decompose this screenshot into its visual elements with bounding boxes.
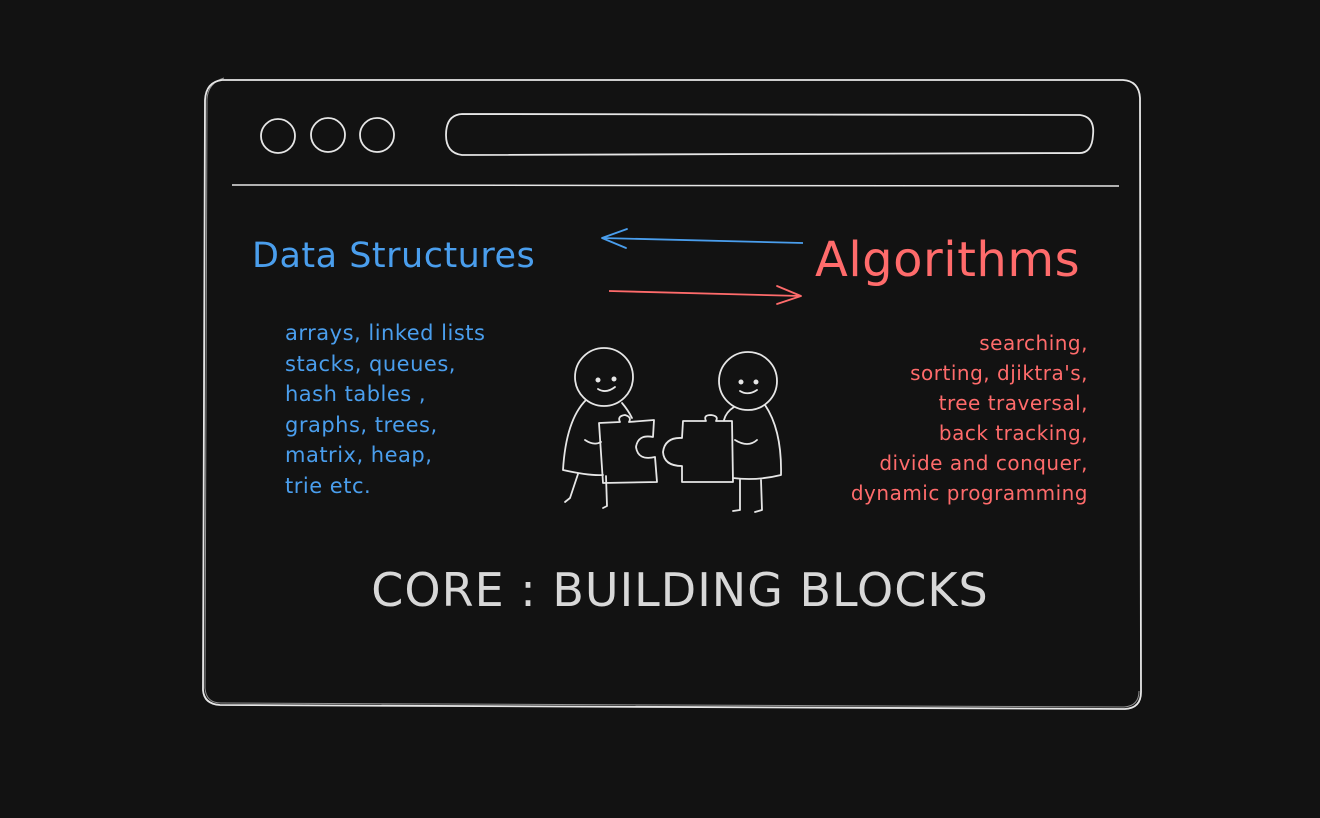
data-structures-title: Data Structures: [252, 236, 536, 276]
list-item: trie etc.: [285, 473, 372, 498]
list-item: stacks, queues,: [285, 351, 456, 376]
window-button-3-icon[interactable]: [359, 117, 395, 153]
arrow-to-algorithms-icon: [608, 285, 802, 305]
browser-window-sketch: [202, 77, 1142, 710]
list-item: divide and conquer,: [879, 451, 1088, 475]
algorithms-title: Algorithms: [815, 232, 1081, 288]
toolbar-divider: [231, 184, 1120, 187]
two-people-puzzle-icon: [562, 347, 782, 513]
address-bar[interactable]: [445, 113, 1095, 156]
list-item: searching,: [979, 331, 1088, 355]
data-structures-list: arrays, linked lists stacks, queues, has…: [285, 318, 485, 501]
list-item: dynamic programming: [850, 481, 1088, 505]
window-button-1-icon[interactable]: [260, 118, 296, 154]
list-item: back tracking,: [938, 421, 1088, 445]
window-button-2-icon[interactable]: [310, 117, 346, 153]
list-item: hash tables ,: [285, 382, 427, 406]
algorithms-list: searching, sorting, djiktra's, tree trav…: [851, 328, 1088, 508]
list-item: tree traversal,: [938, 391, 1088, 415]
arrow-to-data-structures-icon: [601, 228, 804, 249]
list-item: matrix, heap,: [285, 443, 433, 467]
list-item: arrays, linked lists: [285, 321, 486, 345]
list-item: graphs, trees,: [285, 412, 438, 437]
core-building-blocks-heading: CORE : BUILDING BLOCKS: [371, 563, 989, 617]
list-item: sorting, djiktra's,: [910, 361, 1088, 385]
window-controls: [260, 117, 395, 154]
